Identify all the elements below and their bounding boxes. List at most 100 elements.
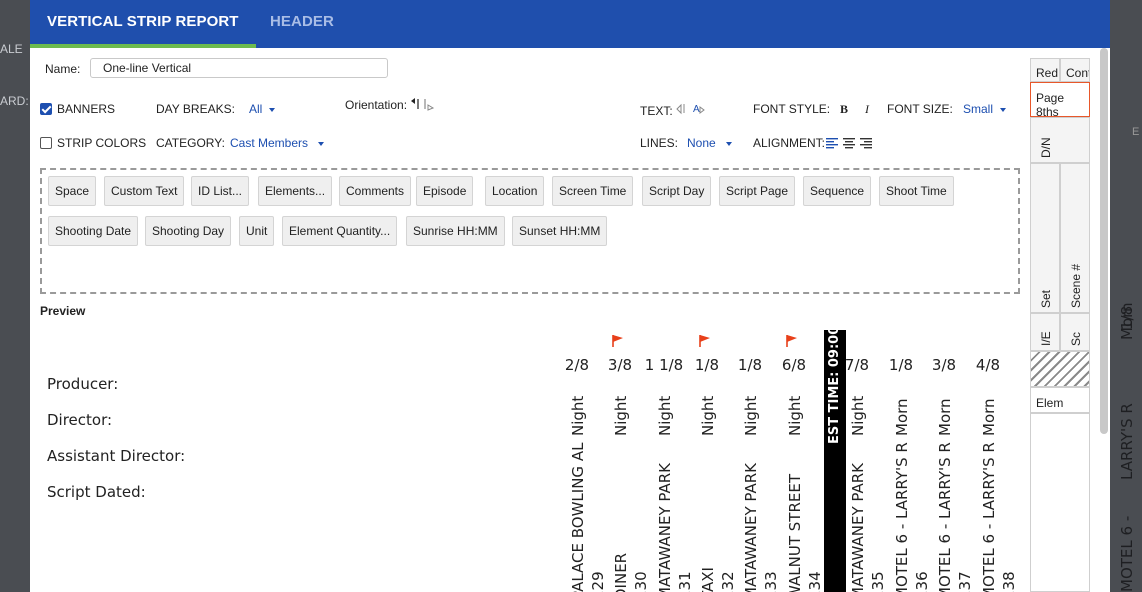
template-cell-page-8ths[interactable]: Page 8ths [1030,82,1090,117]
strip-colors-label: STRIP COLORS [57,136,147,150]
template-cell-label: Red [1036,66,1059,80]
field-chip-episode[interactable]: Episode [416,176,474,206]
template-cell-dn[interactable]: D/N [1030,117,1090,163]
field-chip-script-day[interactable]: Script Day [642,176,712,206]
flag-icon [612,335,623,347]
italic-icon[interactable]: I [865,102,869,117]
header-director-label: Director: [47,411,113,429]
strip-set-name: WALNUT STREET [786,474,804,592]
background-fragment: ALE [0,42,23,56]
day-breaks-label: DAY BREAKS: [156,102,235,116]
strip-132: 1/8 Night TAXI 132 [687,330,737,592]
align-center-icon[interactable] [843,137,855,152]
name-input[interactable] [90,58,388,78]
orientation-label: Orientation: [345,98,408,112]
field-chip-shooting-day[interactable]: Shooting Day [145,216,232,246]
template-cell-sc[interactable]: Sc [1060,313,1090,351]
field-chip-shoot-time[interactable]: Shoot Time [879,176,954,206]
strip-136: 1/8 Morn MOTEL 6 - LARRY'S R 136 [881,330,931,592]
day-breaks-dropdown[interactable]: All [249,102,276,116]
banner-text: EST TIME: 09:00 [827,325,842,444]
strip-page-eighths: 1/8 [694,356,720,374]
chevron-down-icon [1000,107,1007,112]
field-chip-elements[interactable]: Elements... [258,176,333,206]
strip-day-night: Morn [980,398,998,436]
strip-page-eighths: 4/8 [975,356,1001,374]
template-cell-cont[interactable]: Cont [1060,58,1090,82]
header-producer-label: Producer: [47,375,119,393]
flag-icon [786,335,797,347]
field-chip-location[interactable]: Location [485,176,545,206]
template-cell-elem[interactable]: Elem [1030,387,1090,413]
strip-page-eighths: 3/8 [607,356,633,374]
template-cell-space[interactable] [1030,351,1090,387]
strip-page-eighths: 6/8 [781,356,807,374]
category-dropdown[interactable]: Cast Members [230,136,325,150]
strip-set-name: MOTEL 6 - LARRY'S R [893,442,911,592]
lines-label: LINES: [640,136,679,150]
strip-set-name: MATAWANEY PARK [742,463,760,592]
field-chip-sequence[interactable]: Sequence [803,176,872,206]
lines-dropdown[interactable]: None [687,136,732,150]
orientation-horizontal-icon[interactable] [422,97,435,114]
template-cell-red[interactable]: Red [1030,58,1060,82]
strip-day-night: Night [612,395,630,436]
tab-vertical-strip-report[interactable]: VERTICAL STRIP REPORT [30,0,256,48]
day-breaks-value: All [249,102,263,116]
template-cell-label: Page 8ths [1036,91,1065,117]
template-cell-label: Elem [1036,396,1064,410]
strip-day-night: Night [786,395,804,436]
chevron-down-icon [318,141,325,146]
font-size-dropdown[interactable]: Small [963,102,1007,116]
strip-page-eighths: 1/8 [888,356,914,374]
strip-colors-checkbox[interactable] [40,137,52,149]
field-chip-element-quantity[interactable]: Element Quantity... [282,216,398,246]
orientation-vertical-icon[interactable] [410,97,422,114]
banners-checkbox[interactable] [40,103,52,115]
field-chip-custom-text[interactable]: Custom Text [104,176,185,206]
template-cell-scene[interactable]: Scene # [1060,163,1090,313]
strip-page-eighths: 2/8 [564,356,590,374]
template-empty-area [1030,413,1090,592]
field-chip-space[interactable]: Space [48,176,97,206]
strip-page-eighths: 3/8 [931,356,957,374]
field-chip-script-page[interactable]: Script Page [719,176,796,206]
background-fragment: ARD: [0,94,29,108]
bold-icon[interactable]: B [840,102,848,117]
vertical-strip-report-dialog: VERTICAL STRIP REPORT HEADER Name: BANNE… [30,0,1110,592]
template-cell-label: D/N [1039,137,1053,158]
dialog-tab-bar: VERTICAL STRIP REPORT HEADER [30,0,1110,48]
strip-set-name: MATAWANEY PARK [849,463,867,592]
field-chip-sunrise[interactable]: Sunrise HH:MM [406,216,505,246]
strip-133: 1/8 Night MATAWANEY PARK 133 [730,330,780,592]
category-label: CATEGORY: [156,136,225,150]
svg-text:A: A [693,104,700,115]
field-chip-shooting-date[interactable]: Shooting Date [48,216,139,246]
template-cell-ie[interactable]: I/E [1030,313,1060,351]
field-chip-unit[interactable]: Unit [239,216,275,246]
field-chip-screen-time[interactable]: Screen Time [552,176,634,206]
strip-day-night: Night [849,395,867,436]
strip-scene-number: 134 [806,571,824,592]
vertical-scrollbar[interactable] [1100,48,1108,434]
strip-set-name: MOTEL 6 - LARRY'S R [980,442,998,592]
align-right-icon[interactable] [860,137,872,152]
chevron-down-icon [725,141,732,146]
alignment-label: ALIGNMENT: [753,136,826,150]
field-chip-sunset[interactable]: Sunset HH:MM [512,216,608,246]
header-assistant-director-label: Assistant Director: [47,447,186,465]
field-chip-comments[interactable]: Comments [339,176,412,206]
field-chip-id-list[interactable]: ID List... [191,176,250,206]
text-rotate-icon[interactable]: A [676,101,706,118]
preview-label: Preview [40,304,86,318]
flag-icon [699,335,710,347]
strip-set-name: PALACE BOWLING AL [569,442,587,592]
day-break-banner: EST TIME: 09:00 [824,326,846,592]
font-size-value: Small [963,102,994,116]
template-cell-set[interactable]: Set [1030,163,1060,313]
align-left-icon[interactable] [826,137,838,152]
strip-scene-number: 138 [1000,571,1018,592]
strip-set-name: MOTEL 6 - LARRY'S R [936,442,954,592]
tab-header[interactable]: HEADER [270,0,334,48]
strip-day-night: Morn [936,398,954,436]
